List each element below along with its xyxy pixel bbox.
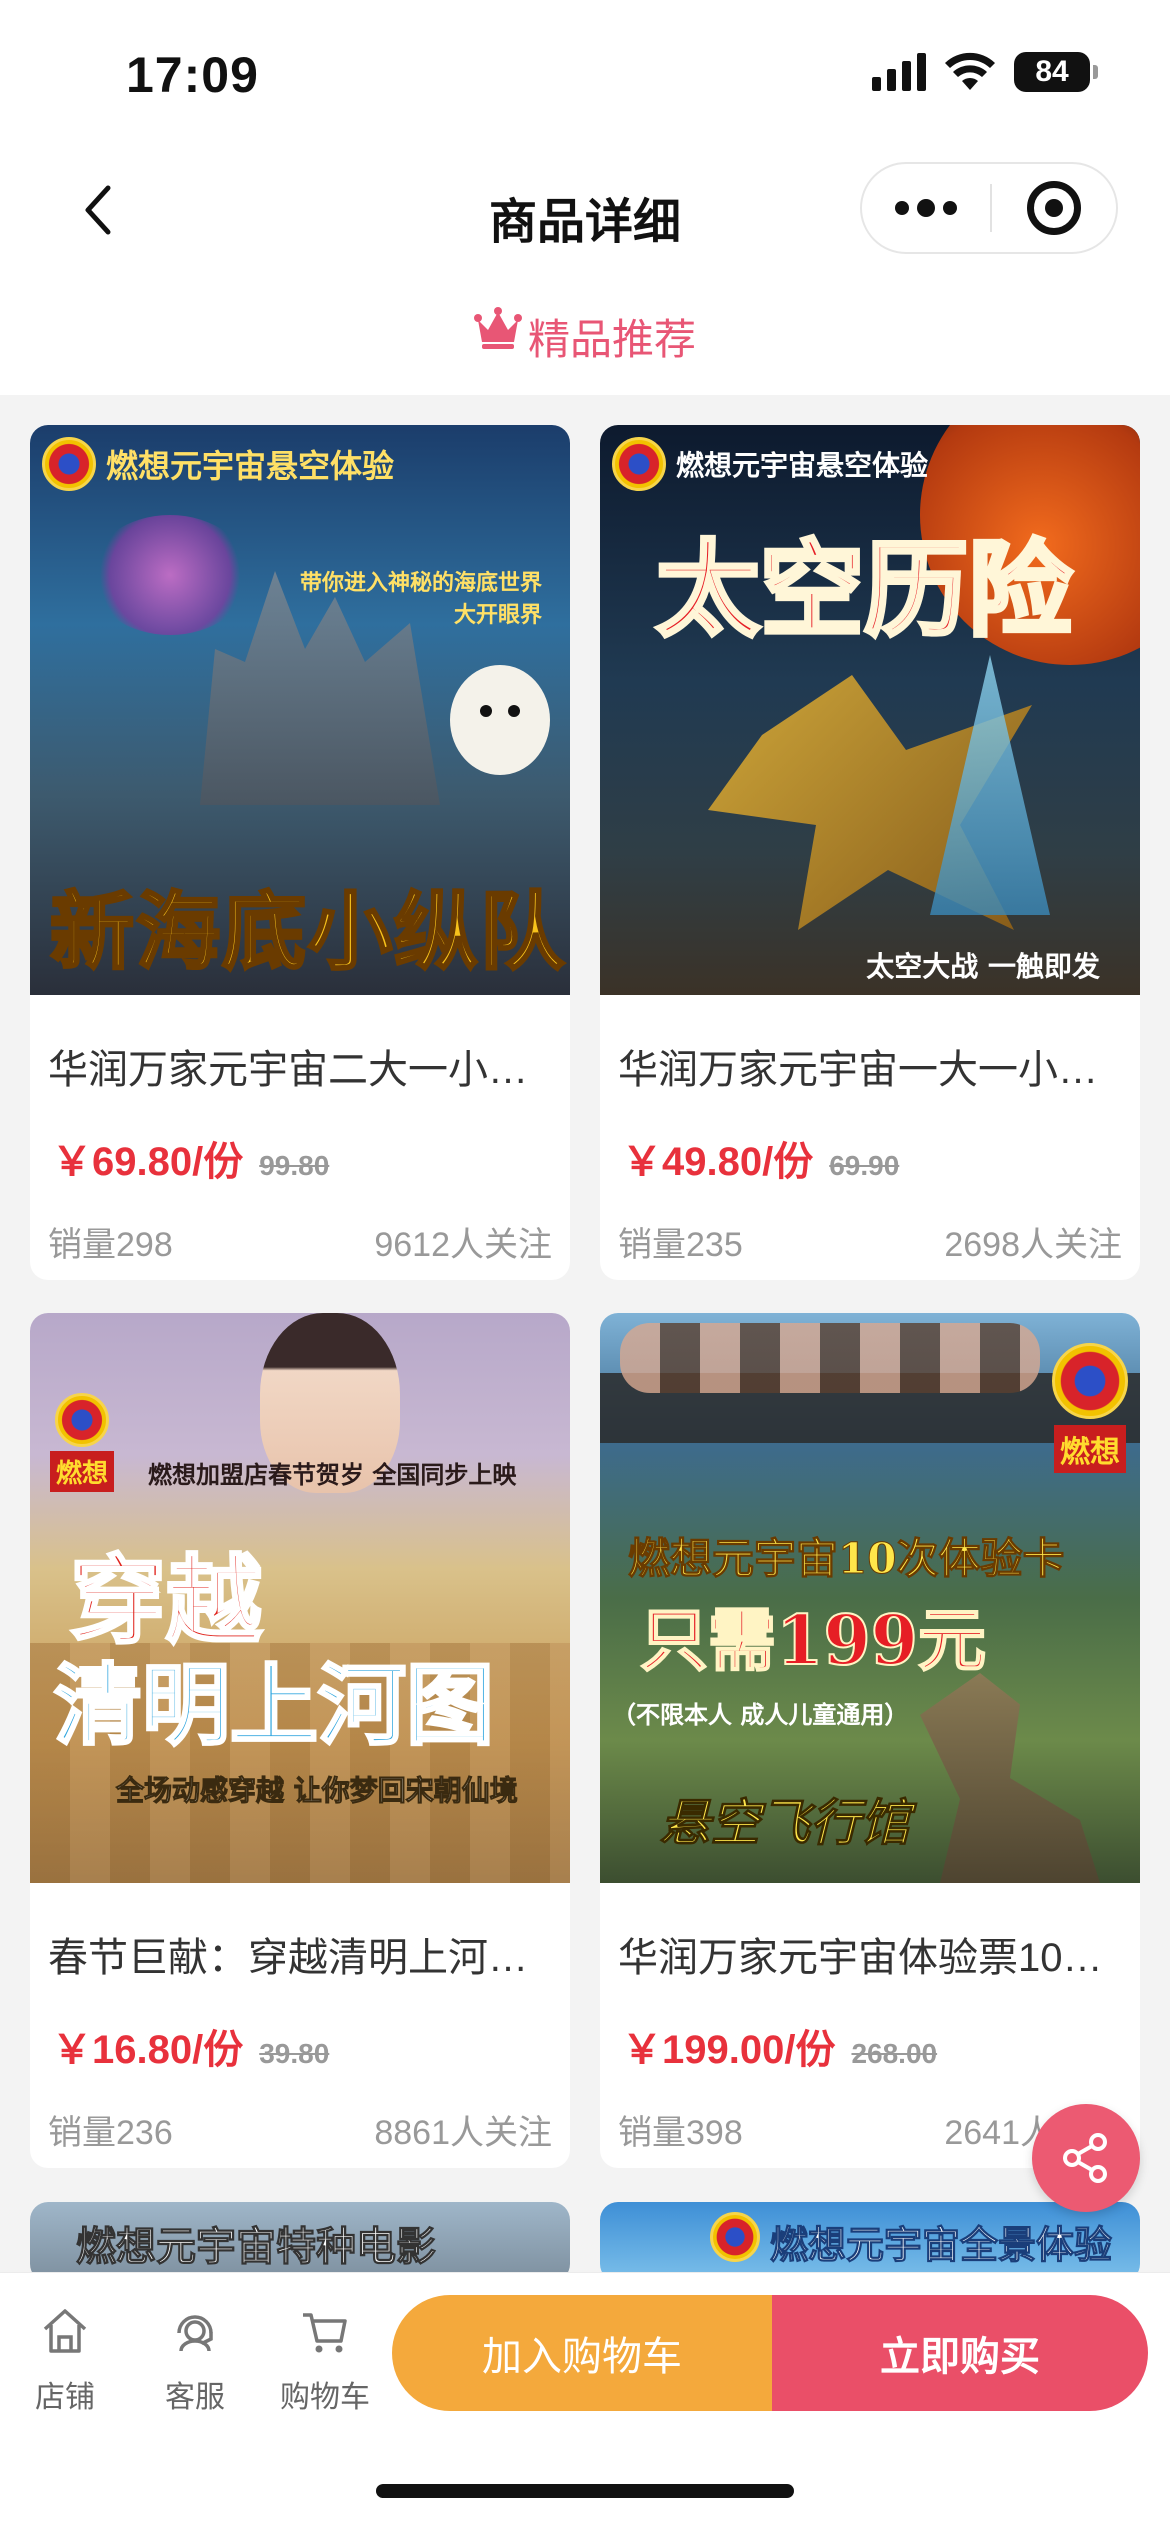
tab-service-label: 客服 — [165, 2381, 225, 2414]
tab-store-label: 店铺 — [35, 2381, 95, 2414]
follower-count: 2698人关注 — [944, 1226, 1122, 1264]
product-name: 华润万家元宇宙体验票10… — [618, 1936, 1103, 1980]
home-icon — [43, 2309, 87, 2353]
battery-icon: 84 — [1014, 52, 1098, 92]
headset-icon — [177, 2315, 213, 2352]
product-name: 春节巨献：穿越清明上河… — [48, 1936, 528, 1980]
original-price: 268.00 — [851, 2038, 938, 2069]
image-brand: 燃想元宇宙悬空体验 — [42, 437, 394, 491]
product-name: 华润万家元宇宙二大一小… — [48, 1048, 528, 1092]
product-image: 燃想元宇宙悬空体验 带你进入神秘的海底世界 大开眼界 新海底小纵队 — [30, 425, 570, 995]
status-indicators: 84 — [872, 52, 1098, 92]
cart-icon — [303, 2313, 347, 2353]
share-icon — [1063, 2133, 1107, 2183]
wifi-icon — [945, 52, 995, 90]
product-price: ￥16.80/份 — [52, 2028, 244, 2072]
price-row: ￥16.80/份 39.80 — [52, 2017, 329, 2075]
buy-now-button[interactable]: 立即购买 — [772, 2295, 1148, 2411]
tab-service[interactable]: 客服 — [140, 2303, 250, 2416]
sales-count: 销量235 — [618, 1226, 743, 1264]
signal-icon — [872, 53, 926, 91]
target-icon — [1027, 181, 1081, 235]
product-price: ￥69.80/份 — [52, 1140, 244, 1184]
original-price: 69.90 — [829, 1150, 900, 1181]
crown-icon — [473, 307, 522, 349]
close-mini-program-button[interactable] — [992, 181, 1116, 235]
recommend-header: 精品推荐 — [0, 270, 1170, 395]
product-price: ￥199.00/份 — [622, 2028, 836, 2072]
product-card[interactable]: 燃想 燃想元宇宙10次体验卡 只需199元 （不限本人 成人儿童通用） 悬空飞行… — [600, 1313, 1140, 2168]
nav-bar: 商品详细 — [0, 150, 1170, 270]
product-name: 华润万家元宇宙一大一小… — [618, 1048, 1098, 1092]
more-icon[interactable] — [862, 164, 990, 252]
product-card[interactable]: 燃想元宇宙悬空体验 带你进入神秘的海底世界 大开眼界 新海底小纵队 华润万家元宇… — [30, 425, 570, 1280]
mini-program-capsule — [860, 162, 1118, 254]
add-to-cart-button[interactable]: 加入购物车 — [392, 2295, 772, 2411]
price-row: ￥69.80/份 99.80 — [52, 1129, 329, 1187]
share-button[interactable] — [1032, 2104, 1140, 2212]
home-indicator — [376, 2484, 794, 2498]
product-image: 燃想元宇宙特种电影 — [30, 2202, 570, 2282]
product-image: 燃想 燃想元宇宙10次体验卡 只需199元 （不限本人 成人儿童通用） 悬空飞行… — [600, 1313, 1140, 1883]
brand-logo — [55, 1393, 109, 1447]
product-card[interactable]: 燃想元宇宙特种电影 — [30, 2202, 570, 2282]
product-card[interactable]: 燃想元宇宙全景体验 — [600, 2202, 1140, 2282]
product-image: 燃想 燃想加盟店春节贺岁 全国同步上映 穿越 清明上河图 全场动感穿越 让你梦回… — [30, 1313, 570, 1883]
follower-count: 8861人关注 — [374, 2114, 552, 2152]
tab-store[interactable]: 店铺 — [10, 2303, 120, 2416]
follower-count: 9612人关注 — [374, 1226, 552, 1264]
price-row: ￥49.80/份 69.90 — [622, 1129, 899, 1187]
tab-cart[interactable]: 购物车 — [270, 2303, 380, 2416]
brand-logo — [42, 437, 96, 491]
status-bar: 17:09 84 — [0, 0, 1170, 150]
original-price: 99.80 — [259, 1150, 330, 1181]
brand-logo — [612, 437, 666, 491]
product-card[interactable]: 燃想元宇宙悬空体验 太空历险 太空大战 一触即发 华润万家元宇宙一大一小… ￥4… — [600, 425, 1140, 1280]
sales-count: 销量298 — [48, 1226, 173, 1264]
sales-count: 销量398 — [618, 2114, 743, 2152]
product-card[interactable]: 燃想 燃想加盟店春节贺岁 全国同步上映 穿越 清明上河图 全场动感穿越 让你梦回… — [30, 1313, 570, 2168]
brand-logo — [1052, 1343, 1128, 1419]
original-price: 39.80 — [259, 2038, 330, 2069]
product-image: 燃想元宇宙悬空体验 太空历险 太空大战 一触即发 — [600, 425, 1140, 995]
tab-cart-label: 购物车 — [280, 2381, 370, 2414]
section-title: 精品推荐 — [527, 316, 696, 363]
sales-count: 销量236 — [48, 2114, 173, 2152]
status-time: 17:09 — [126, 47, 259, 103]
image-brand: 燃想 — [1052, 1343, 1128, 1473]
image-brand: 燃想 — [50, 1393, 115, 1492]
product-image: 燃想元宇宙全景体验 — [600, 2202, 1140, 2282]
brand-logo — [710, 2212, 760, 2262]
price-row: ￥199.00/份 268.00 — [622, 2017, 937, 2075]
product-price: ￥49.80/份 — [622, 1140, 814, 1184]
image-brand: 燃想元宇宙悬空体验 — [612, 437, 928, 491]
